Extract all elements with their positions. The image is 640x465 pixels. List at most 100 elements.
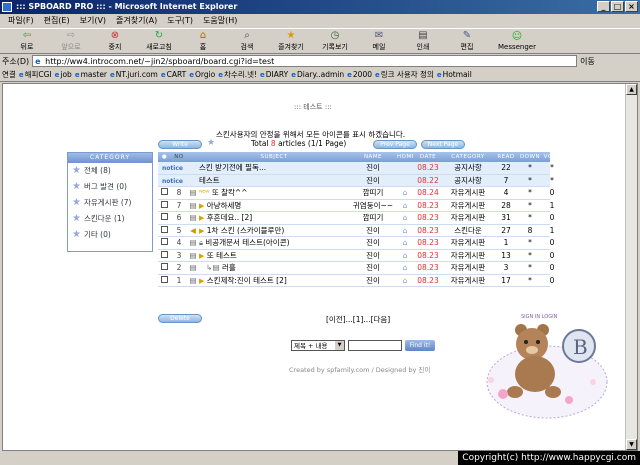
vertical-scrollbar[interactable]: ▲ ▼ [625,84,637,450]
history-button[interactable]: ◷ 기록보기 [316,30,354,52]
row-subject[interactable]: ▶ 후흔데요.. [2] [199,212,349,223]
link-item[interactable]: e Diary..admin [291,70,344,79]
link-item[interactable]: e 링크 사용자 정의 [375,69,434,80]
category-item[interactable]: ★ 스킨다운 (1) [68,211,152,227]
category-item[interactable]: ★ 기타 (0) [68,227,152,243]
menu-view[interactable]: 보기(V) [80,14,106,28]
close-button[interactable]: × [625,1,638,12]
row-subject[interactable]: ▶ 1차 스킨 (스카이블루만) [199,225,349,236]
row-subject[interactable]: ▶ 스킨제작:진이 테스트 [2] [199,275,349,286]
favorites-button[interactable]: ★ 즐겨찾기 [272,30,310,52]
maximize-button[interactable]: □ [611,1,624,12]
link-item[interactable]: e job [55,70,72,79]
next-page-button[interactable]: Next Page [421,140,465,149]
row-subject[interactable]: ▶ 또 테스트 [199,250,349,261]
link-item[interactable]: e Orgio [189,70,215,79]
row-name[interactable]: 진이 [349,175,397,186]
home-icon[interactable]: ⌂ [397,263,413,272]
home-icon[interactable]: ⌂ [397,276,413,285]
menu-tools[interactable]: 도구(T) [167,14,193,28]
forward-button[interactable]: ⇨ 앞으로 [52,30,90,52]
row-subject[interactable]: ↳▤ 러흘 [199,262,349,273]
menu-help[interactable]: 도움말(H) [203,14,237,28]
home-icon[interactable]: ⌂ [397,226,413,235]
table-row[interactable]: 4 ▤ 🔒︎ 비공개문서 테스트(아이콘) 진이 ⌂ 08.23 자유게시판 1… [158,237,554,250]
table-row[interactable]: 5 ◀ ▶ 1차 스킨 (스카이블루만) 진이 ⌂ 08.23 스킨다운 27 … [158,225,554,237]
row-name[interactable]: 진이 [349,162,397,173]
link-item[interactable]: e NT.juri.com [110,70,158,79]
table-row[interactable]: notice 테스트 진이 08.22 공지사항 7 * * [158,174,554,187]
pagination[interactable]: [이전]...[1]...[다음] [326,314,390,325]
home-icon[interactable]: ⌂ [397,251,413,260]
row-name[interactable]: 진이 [349,237,397,248]
home-icon[interactable]: ⌂ [397,213,413,222]
home-button[interactable]: ⌂ 홈 [184,30,222,52]
row-subject[interactable]: ▶ 아냥하세명 [199,200,349,211]
row-name[interactable]: 진이 [349,275,397,286]
menu-favorites[interactable]: 즐겨찾기(A) [116,14,157,28]
refresh-button[interactable]: ↻ 새로고침 [140,30,178,52]
search-field-select[interactable]: 제목 + 내용 [291,340,345,351]
row-name[interactable]: 깜띠기 [349,187,397,198]
print-button[interactable]: ▤ 인쇄 [404,30,442,52]
address-input[interactable]: http://ww4.introcom.net/~jin2/spboard/bo… [32,55,578,67]
category-item[interactable]: ★ 자유게시판 (7) [68,195,152,211]
link-item[interactable]: e Hotmail [437,70,472,79]
row-subject[interactable]: 스킨 받기전에 필독... [199,162,349,173]
write-button[interactable]: Write [158,140,202,149]
row-checkbox[interactable] [158,200,171,210]
login-link[interactable]: LOGIN [542,314,558,320]
table-row[interactable]: notice 스킨 받기전에 필독... 진이 08.23 공지사항 22 * … [158,162,554,175]
table-row[interactable]: 6 ▤ ▶ 후흔데요.. [2] 깜띠기 ⌂ 08.23 자유게시판 31 * … [158,212,554,225]
minimize-button[interactable]: _ [597,1,610,12]
link-item[interactable]: e 해피CGI [19,69,52,80]
mail-button[interactable]: ✉ 메일 [360,30,398,52]
table-row[interactable]: 8 ▤ ᴺᴱᵂ 또 찰칵^^ 깜띠기 ⌂ 08.24 자유게시판 4 * 0 [158,187,554,200]
row-subject[interactable]: 테스트 [199,175,349,186]
row-subject[interactable]: ᴺᴱᵂ 또 찰칵^^ [199,187,349,198]
link-item[interactable]: e 2000 [347,70,372,79]
table-row[interactable]: 2 ▤ ↳▤ 러흘 진이 ⌂ 08.23 자유게시판 3 * 0 [158,262,554,275]
scroll-up-icon[interactable]: ▲ [626,84,637,95]
row-name[interactable]: 귀염둥이~~ [349,200,397,211]
select-all-icon[interactable]: ● [158,154,171,160]
link-item[interactable]: e DIARY [260,70,288,79]
category-item[interactable]: ★ 전체 (8) [68,163,152,179]
messenger-button[interactable]: ☺ Messenger [492,31,542,51]
search-button[interactable]: ⌕ 검색 [228,30,266,52]
row-name[interactable]: 깜띠기 [349,212,397,223]
back-button[interactable]: ⇦ 뒤로 [8,30,46,52]
row-name[interactable]: 진이 [349,262,397,273]
row-name[interactable]: 진이 [349,250,397,261]
find-button[interactable]: Find it! [405,340,435,351]
link-item[interactable]: e CART [161,70,186,79]
table-row[interactable]: 1 ▤ ▶ 스킨제작:진이 테스트 [2] 진이 ⌂ 08.23 자유게시판 1… [158,275,554,287]
row-checkbox[interactable] [158,263,171,272]
table-row[interactable]: 3 ▤ ▶ 또 테스트 진이 ⌂ 08.23 자유게시판 13 * 0 [158,250,554,262]
signin-link[interactable]: SIGN IN [521,314,540,320]
home-icon[interactable]: ⌂ [397,188,413,197]
prev-page-button[interactable]: Prev Page [373,140,417,149]
delete-button[interactable]: Delete [158,314,202,323]
edit-button[interactable]: ✎ 편집 [448,30,486,52]
search-input[interactable] [348,340,402,351]
menu-file[interactable]: 파일(F) [8,14,34,28]
go-button[interactable]: 이동 [580,56,595,67]
home-icon[interactable]: ⌂ [397,201,413,210]
stop-button[interactable]: ⊗ 중지 [96,30,134,52]
row-name[interactable]: 진이 [349,225,397,236]
link-item[interactable]: e 차수리.넷! [218,69,257,80]
row-checkbox[interactable] [158,188,171,197]
link-item[interactable]: e master [75,70,107,79]
row-checkbox[interactable] [158,238,171,247]
row-subject[interactable]: 🔒︎ 비공개문서 테스트(아이콘) [199,237,349,248]
scroll-down-icon[interactable]: ▼ [626,439,637,450]
row-checkbox[interactable] [158,225,171,235]
row-checkbox[interactable] [158,213,171,222]
row-checkbox[interactable] [158,250,171,260]
home-icon[interactable]: ⌂ [397,238,413,247]
table-row[interactable]: 7 ▤ ▶ 아냥하세명 귀염둥이~~ ⌂ 08.23 자유게시판 28 * 1 [158,200,554,212]
row-checkbox[interactable] [158,275,171,285]
menu-edit[interactable]: 편집(E) [44,14,70,28]
category-item[interactable]: ★ 버그 발견 (0) [68,179,152,195]
